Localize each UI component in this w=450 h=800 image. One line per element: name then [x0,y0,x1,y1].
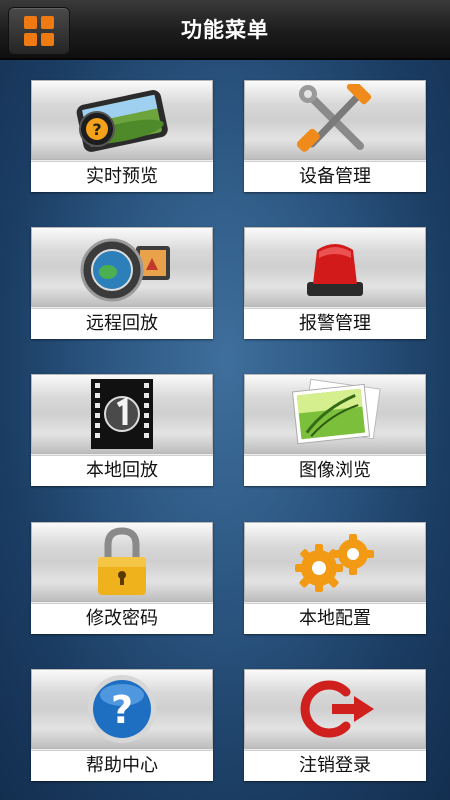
tools-icon [290,84,380,156]
tile-label: 报警管理 [244,308,426,339]
live-preview-icon: ? [67,85,177,155]
film-reel-icon [87,377,157,451]
tile-live-preview[interactable]: ? 实时预览 [31,80,213,192]
tile-label: 实时预览 [31,161,213,192]
tile-label: 设备管理 [244,161,426,192]
tile-alarm-management[interactable]: 报警管理 [244,227,426,339]
tile-device-management[interactable]: 设备管理 [244,80,426,192]
photo-gallery-icon [285,378,385,450]
tile-label: 帮助中心 [31,750,213,781]
title-bar: 功能菜单 [0,0,450,60]
tile-logout[interactable]: 注销登录 [244,669,426,781]
remote-playback-icon [62,232,182,302]
svg-text:?: ? [111,688,133,732]
tile-label: 远程回放 [31,308,213,339]
tile-label: 修改密码 [31,603,213,634]
tile-label: 本地配置 [244,603,426,634]
tile-local-config[interactable]: 本地配置 [244,522,426,634]
gears-icon [285,526,385,598]
tile-change-password[interactable]: 修改密码 [31,522,213,634]
padlock-icon [92,525,152,599]
alarm-siren-icon [295,232,375,302]
help-icon: ? [84,671,160,747]
tile-label: 注销登录 [244,750,426,781]
tile-remote-playback[interactable]: 远程回放 [31,227,213,339]
tile-help-center[interactable]: ? 帮助中心 [31,669,213,781]
tile-image-browse[interactable]: 图像浏览 [244,374,426,486]
tile-label: 本地回放 [31,455,213,486]
tile-label: 图像浏览 [244,455,426,486]
tile-local-playback[interactable]: 本地回放 [31,374,213,486]
logout-icon [290,674,380,744]
svg-text:?: ? [92,120,101,139]
page-title: 功能菜单 [181,18,269,42]
